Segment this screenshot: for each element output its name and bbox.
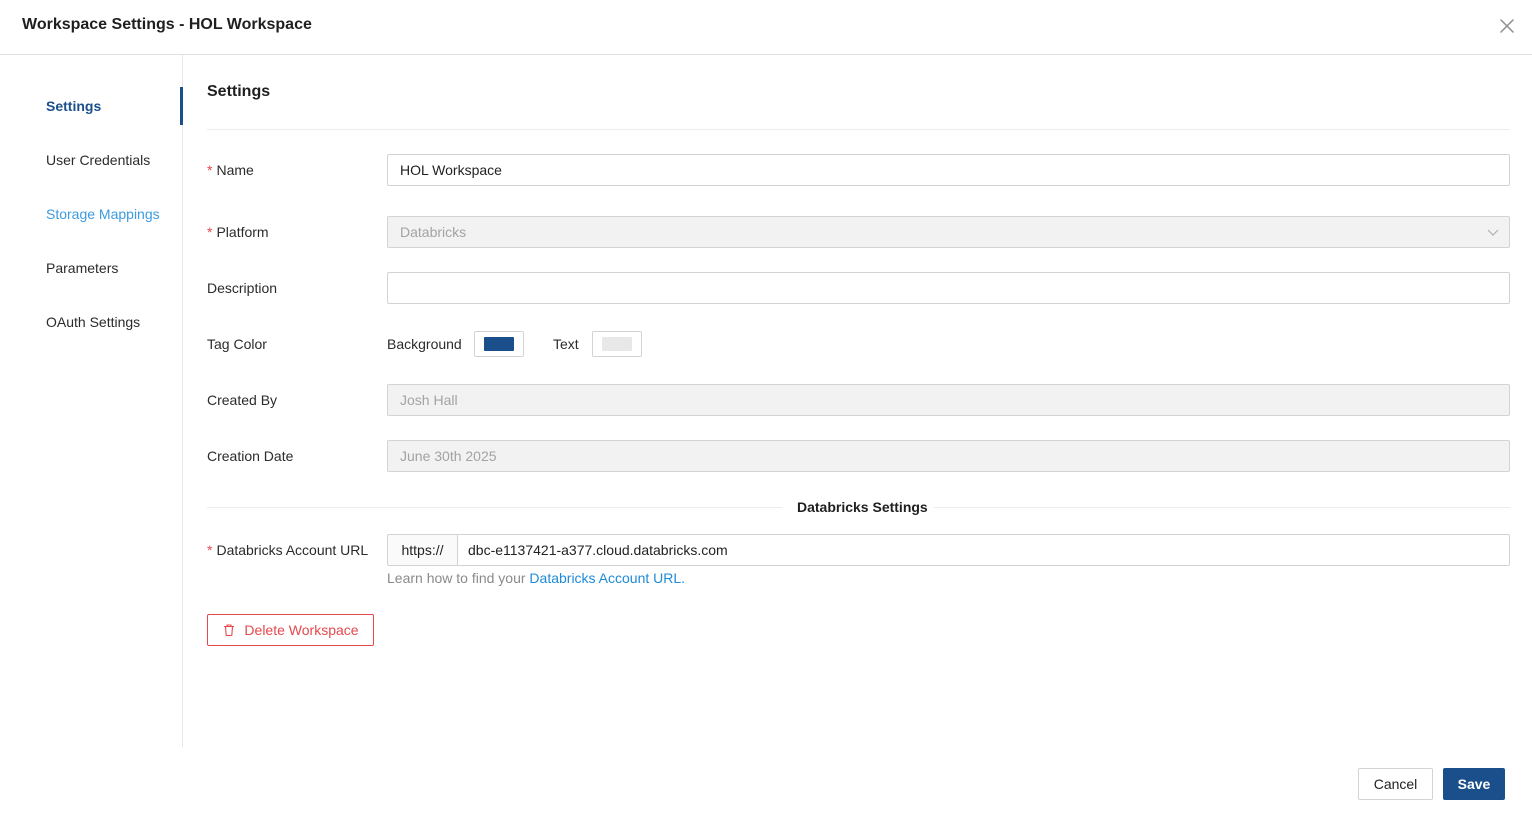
text-color-label: Text — [553, 336, 579, 352]
created-by-label: Created By — [207, 392, 278, 408]
save-button[interactable]: Save — [1443, 768, 1505, 800]
account-url-help: Learn how to find your Databricks Accoun… — [387, 570, 686, 586]
sidebar-item-user-credentials[interactable]: User Credentials — [46, 152, 150, 168]
account-url-help-link[interactable]: Databricks Account URL. — [529, 570, 685, 586]
background-color-picker[interactable] — [474, 331, 524, 357]
background-color-swatch — [484, 337, 514, 351]
tag-color-label: Tag Color — [207, 336, 267, 352]
platform-value: Databricks — [400, 224, 467, 240]
delete-workspace-label: Delete Workspace — [244, 622, 359, 638]
url-prefix: https:// — [387, 534, 457, 566]
delete-workspace-button[interactable]: Delete Workspace — [207, 614, 374, 646]
settings-sidebar: Settings User Credentials Storage Mappin… — [0, 55, 183, 747]
trash-icon — [224, 624, 235, 637]
account-url-group: https:// — [387, 534, 1510, 566]
sidebar-item-parameters[interactable]: Parameters — [46, 260, 118, 276]
section-title: Settings — [207, 83, 271, 100]
close-icon[interactable] — [1496, 15, 1518, 37]
background-color-label: Background — [387, 336, 462, 352]
creation-date-field: June 30th 2025 — [387, 440, 1510, 472]
databricks-settings-title: Databricks Settings — [797, 499, 928, 515]
text-color-swatch — [602, 337, 632, 351]
text-color-picker[interactable] — [592, 331, 642, 357]
required-mark: * — [207, 542, 213, 558]
divider-right — [934, 507, 1510, 508]
chevron-down-icon — [1487, 229, 1499, 236]
modal-header: Workspace Settings - HOL Workspace — [0, 0, 1532, 55]
section-divider — [207, 129, 1510, 130]
sidebar-item-storage-mappings[interactable]: Storage Mappings — [46, 206, 160, 222]
sidebar-item-settings[interactable]: Settings — [46, 98, 101, 114]
account-url-input[interactable] — [457, 534, 1510, 566]
cancel-button[interactable]: Cancel — [1358, 768, 1433, 800]
required-mark: * — [207, 162, 213, 178]
account-url-label: * Databricks Account URL — [207, 542, 369, 558]
modal-title: Workspace Settings - HOL Workspace — [22, 16, 312, 33]
description-input[interactable] — [387, 272, 1510, 304]
name-label: * Name — [207, 162, 254, 178]
name-input[interactable] — [387, 154, 1510, 186]
active-indicator — [180, 87, 183, 125]
creation-date-value: June 30th 2025 — [400, 448, 497, 464]
platform-label: * Platform — [207, 224, 269, 240]
divider-left — [207, 507, 782, 508]
created-by-value: Josh Hall — [400, 392, 458, 408]
description-label: Description — [207, 280, 278, 296]
platform-select[interactable]: Databricks — [387, 216, 1510, 248]
sidebar-item-oauth-settings[interactable]: OAuth Settings — [46, 314, 140, 330]
creation-date-label: Creation Date — [207, 448, 294, 464]
required-mark: * — [207, 224, 213, 240]
created-by-field: Josh Hall — [387, 384, 1510, 416]
